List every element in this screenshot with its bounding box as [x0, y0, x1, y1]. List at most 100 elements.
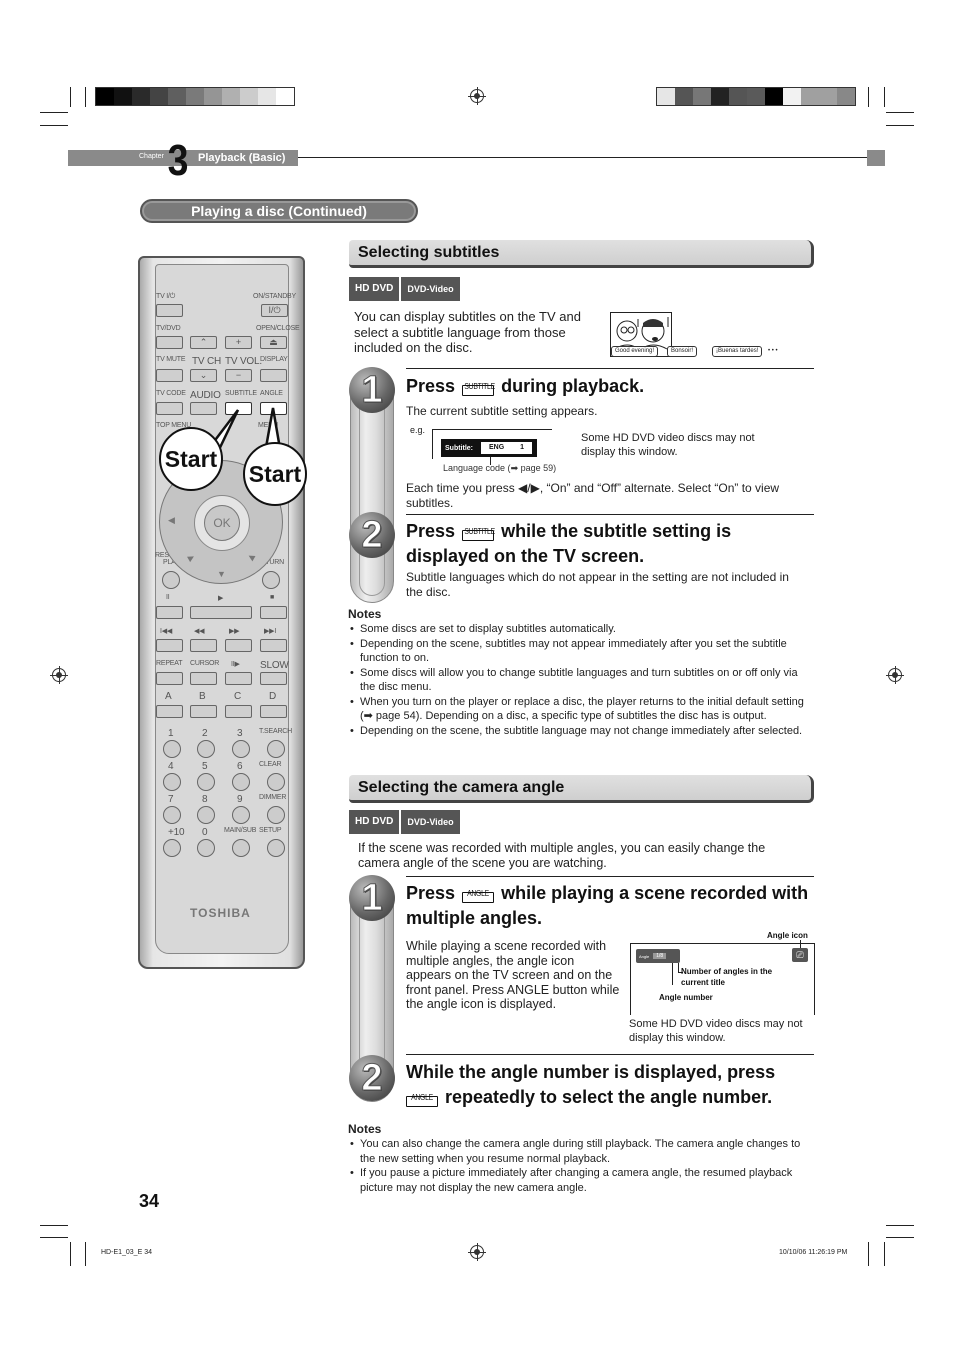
step-number-2: 2: [349, 1055, 395, 1101]
calibration-swatch: [96, 88, 114, 105]
frame-advance-button[interactable]: [225, 672, 252, 685]
angle-number-leader: [672, 963, 673, 985]
key-2-button[interactable]: [197, 740, 215, 758]
note-item: You can also change the camera angle dur…: [350, 1137, 812, 1166]
down-arrow-icon[interactable]: ▼: [217, 569, 226, 579]
key-6-button[interactable]: [232, 773, 250, 791]
note-item: Depending on the scene, the subtitle lan…: [350, 724, 812, 739]
calibration-swatch: [693, 88, 711, 105]
pause-icon: II: [166, 594, 170, 601]
display-label: DISPLAY: [260, 356, 288, 363]
play-button[interactable]: [190, 606, 252, 619]
tv-dvd-button[interactable]: [156, 336, 183, 349]
key-main-sub-button[interactable]: [232, 839, 250, 857]
step-rule: [406, 514, 814, 515]
angle-notes-heading: Notes: [348, 1122, 382, 1136]
skip-forward-icon[interactable]: ▶: [246, 552, 256, 563]
color-key-c-button[interactable]: [225, 705, 252, 718]
display-button[interactable]: [260, 369, 287, 382]
color-key-a-label: A: [165, 691, 172, 702]
calibration-swatch: [132, 88, 150, 105]
subtitle-label: SUBTITLE: [225, 390, 257, 397]
calibration-swatch: [186, 88, 204, 105]
crop-mark: [70, 1242, 71, 1266]
cursor-button[interactable]: [190, 672, 217, 685]
fast-forward-icon: ▶▶: [229, 628, 240, 635]
key-clear-button[interactable]: [267, 773, 285, 791]
repeat-button[interactable]: [156, 672, 183, 685]
note-item: Depending on the scene, subtitles may no…: [350, 637, 812, 666]
calibration-swatch: [783, 88, 801, 105]
angle-intro: If the scene was recorded with multiple …: [358, 841, 766, 870]
camera-angle-icon: ⎚: [792, 948, 808, 962]
crop-mark: [886, 112, 914, 113]
key-t-search-button[interactable]: [267, 740, 285, 758]
skip-back-button[interactable]: [156, 639, 183, 652]
angle-icon-leader: [800, 940, 801, 948]
subtitles-step1-title: Press SUBTITLE during playback.: [406, 374, 644, 399]
step-title-rest: during playback.: [501, 376, 645, 396]
speech-ellipsis: • • •: [768, 348, 778, 354]
tv-code-label: TV CODE: [156, 390, 186, 397]
chapter-label: Chapter: [139, 153, 164, 160]
key-3-button[interactable]: [232, 740, 250, 758]
tv-vol-up-button[interactable]: +: [225, 336, 252, 349]
calibration-bar-right: [656, 87, 856, 106]
key-5-label: 5: [202, 761, 208, 772]
key-5-button[interactable]: [197, 773, 215, 791]
badge-dvd-video: DVD-Video: [401, 277, 460, 301]
key-1-button[interactable]: [163, 740, 181, 758]
subtitles-heading: Selecting subtitles: [349, 240, 814, 268]
tv-vol-down-button[interactable]: −: [225, 369, 252, 382]
key-9-button[interactable]: [232, 806, 250, 824]
subtitles-window-note: Some HD DVD video discs may not display …: [581, 432, 755, 458]
fast-forward-button[interactable]: [225, 639, 252, 652]
stop-icon: ■: [270, 594, 275, 601]
key-4-label: 4: [168, 761, 174, 772]
key-10-button[interactable]: [163, 839, 181, 857]
skip-back-icon[interactable]: ▶: [186, 552, 196, 563]
tv-ch-label: TV CH: [192, 356, 222, 367]
key-8-button[interactable]: [197, 806, 215, 824]
tv-ch-down-button[interactable]: ⌄: [190, 369, 217, 382]
key-9-label: 9: [237, 794, 243, 805]
repeat-label: REPEAT: [156, 660, 183, 667]
key-7-button[interactable]: [163, 806, 181, 824]
tv-power-button[interactable]: [156, 304, 183, 317]
calibration-swatch: [747, 88, 765, 105]
open-close-button[interactable]: ⏏: [260, 336, 287, 349]
calibration-swatch: [819, 88, 837, 105]
skip-forward-button[interactable]: [260, 639, 287, 652]
color-key-b-button[interactable]: [190, 705, 217, 718]
subtitles-step2-desc: Subtitle languages which do not appear i…: [406, 570, 789, 599]
registration-mark-icon: [50, 666, 68, 684]
angle-notes-list: You can also change the camera angle dur…: [350, 1137, 812, 1195]
resume-play-button[interactable]: [162, 571, 180, 589]
key-dimmer-button[interactable]: [267, 806, 285, 824]
calibration-swatch: [204, 88, 222, 105]
rewind-button[interactable]: [190, 639, 217, 652]
tv-code-button[interactable]: [156, 402, 183, 415]
calibration-swatch: [222, 88, 240, 105]
key-2-label: 2: [202, 728, 208, 739]
subtitle-button-icon: SUBTITLE: [462, 523, 495, 541]
frame-advance-icon: II▶: [231, 661, 240, 668]
ok-button[interactable]: OK: [204, 505, 240, 541]
on-standby-button[interactable]: I/⏻: [261, 304, 288, 317]
key-6-label: 6: [237, 761, 243, 772]
left-arrow-icon[interactable]: ◀: [168, 515, 175, 526]
color-key-a-button[interactable]: [156, 705, 183, 718]
press-text: Press: [406, 376, 456, 396]
color-key-d-button[interactable]: [260, 705, 287, 718]
key-clear-label: CLEAR: [259, 761, 282, 768]
return-button[interactable]: [262, 571, 280, 589]
tv-ch-up-button[interactable]: ⌃: [190, 336, 217, 349]
pause-button[interactable]: [156, 606, 183, 619]
key-0-button[interactable]: [197, 839, 215, 857]
slow-button[interactable]: [260, 672, 287, 685]
stop-button[interactable]: [260, 606, 287, 619]
tv-mute-button[interactable]: [156, 369, 183, 382]
key-4-button[interactable]: [163, 773, 181, 791]
key-setup-button[interactable]: [267, 839, 285, 857]
key-0-label: 0: [202, 827, 208, 838]
